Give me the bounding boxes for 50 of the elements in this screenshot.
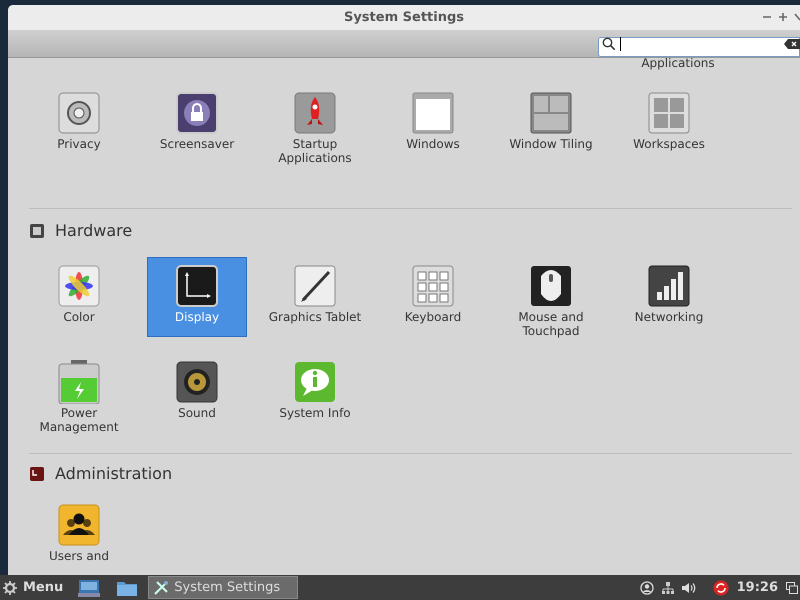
network-icon[interactable] (662, 582, 674, 594)
settings-item[interactable]: Screensaver (147, 84, 247, 164)
settings-item[interactable]: System Info (265, 353, 365, 433)
section-title: Administration (55, 463, 172, 485)
settings-item[interactable]: Workspaces (619, 84, 719, 164)
grid-icon (647, 91, 691, 135)
color-wheel-icon (57, 264, 101, 308)
speaker-icon (175, 360, 219, 404)
people-icon (57, 503, 101, 547)
tools-icon (153, 580, 170, 596)
padlock-icon (175, 91, 219, 135)
settings-item[interactable]: Startup Applications (265, 84, 365, 164)
pen-tablet-icon (293, 264, 337, 308)
settings-item[interactable]: Power Management (29, 353, 129, 433)
monitor-icon (175, 264, 219, 308)
show-desktop-icon[interactable] (786, 582, 798, 594)
rocket-icon (293, 91, 337, 135)
mouse-icon (529, 264, 573, 308)
section-title: Hardware (55, 220, 132, 242)
settings-item[interactable]: Color (29, 257, 129, 337)
task-button[interactable]: System Settings (148, 576, 298, 599)
settings-item[interactable]: Mouse and Touchpad (501, 257, 601, 337)
search-icon (602, 36, 616, 50)
clear-icon[interactable] (784, 38, 800, 48)
settings-item[interactable]: Keyboard (383, 257, 483, 337)
keyboard-icon (411, 264, 455, 308)
gear-icon (3, 580, 17, 594)
menu-button[interactable]: Menu (0, 575, 66, 600)
folder-icon[interactable] (117, 580, 138, 596)
settings-item[interactable]: Privacy (29, 84, 129, 164)
item-label: Applications (640, 58, 716, 68)
user-icon[interactable] (640, 580, 654, 594)
settings-item[interactable]: Window Tiling (501, 84, 601, 164)
signal-bars-icon (647, 264, 691, 308)
maximize-icon[interactable] (778, 12, 788, 22)
volume-icon[interactable] (682, 582, 697, 594)
settings-item[interactable]: Sound (147, 353, 247, 433)
window-title: System Settings (344, 8, 464, 27)
info-bubble-icon (293, 360, 337, 404)
close-icon[interactable] (794, 12, 800, 22)
settings-item[interactable]: Users and (29, 496, 129, 575)
tiled-windows-icon (529, 91, 573, 135)
settings-item[interactable]: Windows (383, 84, 483, 164)
clock[interactable]: 19:26 (736, 578, 778, 598)
update-icon[interactable] (712, 580, 729, 596)
window-icon (411, 91, 455, 135)
settings-item[interactable]: Graphics Tablet (265, 257, 365, 337)
settings-item[interactable]: Networking (619, 257, 719, 337)
battery-icon (57, 360, 101, 404)
search-field[interactable] (598, 36, 800, 56)
